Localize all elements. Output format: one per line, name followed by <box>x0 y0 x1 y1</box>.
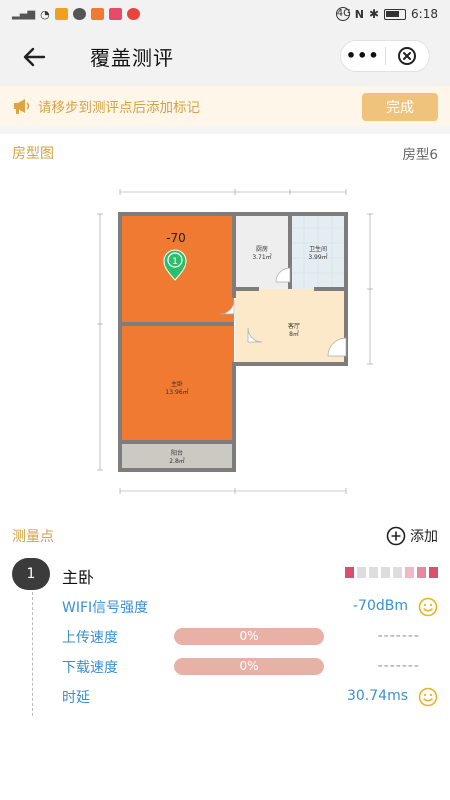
app-notification-icon <box>54 8 68 20</box>
floorplan-section-title: 房型图 <box>12 146 54 162</box>
signal-bar-segment <box>405 567 414 578</box>
network-icon: 4G <box>335 7 351 21</box>
notice-bar: 请移步到测评点后添加标记 完成 <box>0 86 450 126</box>
signal-bar-segment <box>345 567 354 578</box>
signal-icon: ▂▄▆ <box>12 8 36 20</box>
mini-program-capsule: ••• <box>340 40 430 72</box>
page-title: 覆盖测评 <box>90 46 174 70</box>
bedroom-label: 主卧 <box>171 380 183 388</box>
wifi-icon: ◔ <box>40 7 50 21</box>
house-type-label: 房型6 <box>402 147 438 163</box>
back-button[interactable] <box>16 40 52 74</box>
signal-strength-bars <box>345 567 438 578</box>
smile-icon <box>418 597 438 617</box>
arrow-left-icon <box>23 47 46 67</box>
wifi-strength-value: -70dBm <box>353 598 408 614</box>
download-progress-bar: 0% <box>174 658 324 675</box>
status-icons-right: 4G N ✱ 6:18 <box>335 7 438 21</box>
signal-bar-segment <box>429 567 438 578</box>
living-area: 8㎡ <box>289 330 299 338</box>
signal-bar-segment <box>357 567 366 578</box>
point-name[interactable]: 主卧 <box>62 564 94 588</box>
close-icon <box>398 47 417 65</box>
app-notification-icon <box>108 8 122 20</box>
download-speed-value: ------- <box>377 658 420 674</box>
smile-icon <box>418 687 438 707</box>
wifi-strength-label: WIFI信号强度 <box>62 600 149 616</box>
kitchen-label: 厨房 <box>256 245 268 253</box>
balcony-label: 阳台 <box>171 449 183 457</box>
upload-progress-text: 0% <box>239 629 259 643</box>
kitchen-area: 3.71㎡ <box>252 253 271 261</box>
floorplan-image[interactable]: 厨房 3.71㎡ 卫生间 3.99㎡ 客厅 8㎡ 主卧 13.96㎡ 阳台 2.… <box>94 188 376 498</box>
nfc-icon: N <box>354 7 364 21</box>
upload-speed-value: ------- <box>377 628 420 644</box>
upload-speed-label: 上传速度 <box>62 630 118 646</box>
point-index-badge[interactable]: 1 <box>12 558 50 590</box>
measure-section-title: 测量点 <box>12 529 54 545</box>
signal-bar-segment <box>417 567 426 578</box>
app-notification-icon <box>72 8 86 20</box>
bathroom-area: 3.99㎡ <box>308 253 327 261</box>
timeline-line <box>32 592 33 716</box>
done-button[interactable]: 完成 <box>362 93 438 121</box>
plus-circle-icon <box>386 526 406 546</box>
latency-label: 时延 <box>62 690 90 706</box>
notice-text: 请移步到测评点后添加标记 <box>38 100 200 116</box>
balcony-area: 2.8㎡ <box>169 457 185 465</box>
section-divider <box>0 126 450 134</box>
battery-icon <box>384 8 407 20</box>
signal-bar-segment <box>369 567 378 578</box>
nav-bar: 覆盖测评 ••• <box>0 28 450 86</box>
bathroom-label: 卫生间 <box>309 245 327 253</box>
megaphone-icon <box>14 99 30 114</box>
close-button[interactable] <box>386 46 430 66</box>
marker-signal-value: -70 <box>166 231 186 245</box>
marker-number: 1 <box>172 257 178 267</box>
status-bar: ▂▄▆ ◔ 4G N ✱ 6:18 <box>0 0 450 28</box>
status-icons-left: ▂▄▆ ◔ <box>12 8 140 21</box>
upload-progress-bar: 0% <box>174 628 324 645</box>
bluetooth-icon: ✱ <box>368 7 380 21</box>
more-button[interactable]: ••• <box>341 41 385 71</box>
signal-bar-segment <box>393 567 402 578</box>
add-point-label: 添加 <box>410 529 438 545</box>
download-speed-label: 下载速度 <box>62 660 118 676</box>
app-notification-icon <box>90 8 104 20</box>
signal-bar-segment <box>381 567 390 578</box>
weibo-icon <box>126 8 140 20</box>
add-point-button[interactable]: 添加 <box>386 526 438 546</box>
download-progress-text: 0% <box>239 659 259 673</box>
bedroom-area: 13.96㎡ <box>165 388 188 396</box>
latency-value: 30.74ms <box>346 688 408 704</box>
living-label: 客厅 <box>288 322 300 330</box>
status-time: 6:18 <box>411 7 438 21</box>
